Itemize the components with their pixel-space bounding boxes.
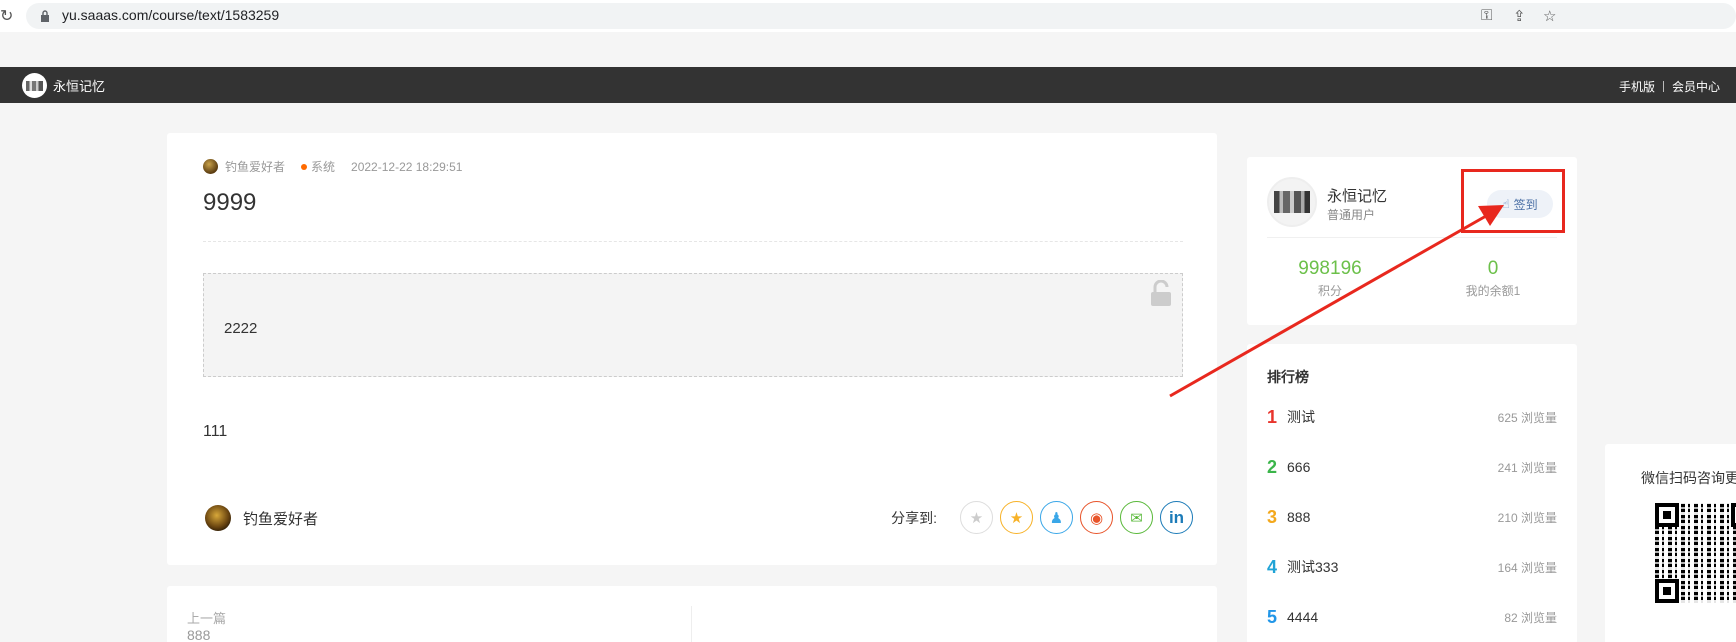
- category-dot-icon: [301, 163, 308, 170]
- url-text: yu.saaas.com/course/text/1583259: [62, 7, 280, 23]
- brand[interactable]: 永恒记忆: [22, 73, 105, 98]
- points-label: 积分: [1317, 284, 1342, 298]
- points-stat: 998196 积分: [1270, 258, 1390, 299]
- ranking-name: 测试333: [1287, 559, 1339, 575]
- share-weibo-icon[interactable]: ◉: [1080, 501, 1113, 534]
- ranking-views: 82 浏览量: [1504, 610, 1557, 625]
- star-icon[interactable]: ☆: [1543, 7, 1556, 25]
- points-value: 998196: [1298, 258, 1362, 279]
- qr-panel: 微信扫码咨询更: [1605, 444, 1736, 642]
- ranking-views: 164 浏览量: [1497, 560, 1557, 575]
- ranking-number: 5: [1267, 606, 1278, 627]
- ranking-name: 666: [1287, 459, 1311, 475]
- user-divider: [1267, 237, 1557, 238]
- qr-code: [1655, 503, 1736, 603]
- share-icon[interactable]: ⇪: [1513, 7, 1526, 25]
- user-role: 普通用户: [1327, 208, 1376, 222]
- reload-icon[interactable]: ↻: [0, 6, 13, 26]
- ranking-card: 排行榜 1 测试 625 浏览量 2 666 241 浏览量 3 888 210…: [1247, 344, 1577, 642]
- author-avatar-small: [203, 159, 218, 174]
- share-favorite-icon[interactable]: ★: [960, 501, 993, 534]
- meta-author[interactable]: 钓鱼爱好者: [225, 158, 285, 175]
- share-linkedin-icon[interactable]: in: [1160, 501, 1193, 534]
- share-qq-icon[interactable]: ♟: [1040, 501, 1073, 534]
- ranking-item[interactable]: 4 测试333 164 浏览量: [1267, 556, 1557, 578]
- prev-label: 上一篇: [187, 611, 227, 626]
- address-bar[interactable]: yu.saaas.com/course/text/1583259 ⚿ ⇪ ☆: [26, 3, 1736, 29]
- article-card: 钓鱼爱好者 系统 2022-12-22 18:29:51 9999 2222 1…: [167, 133, 1217, 565]
- title-divider: [203, 241, 1183, 242]
- nav-link-mobile[interactable]: 手机版: [1619, 78, 1655, 95]
- qr-title: 微信扫码咨询更: [1641, 470, 1736, 486]
- share-qzone-icon[interactable]: ★: [1000, 501, 1033, 534]
- prev-next-divider: [691, 606, 692, 642]
- key-icon[interactable]: ⚿: [1481, 7, 1492, 24]
- ranking-number: 4: [1267, 556, 1278, 577]
- nav-links: 手机版 会员中心: [1619, 78, 1720, 95]
- meta-category[interactable]: 系统: [311, 158, 335, 175]
- share-bar: 分享到: ★ ★ ♟ ◉ ✉ in: [891, 501, 1193, 534]
- ranking-item[interactable]: 5 4444 82 浏览量: [1267, 606, 1557, 628]
- user-name[interactable]: 永恒记忆: [1327, 185, 1387, 206]
- user-avatar[interactable]: [1267, 177, 1317, 227]
- ranking-number: 2: [1267, 456, 1278, 477]
- annotation-highlight-box: [1461, 169, 1565, 233]
- balance-label: 我的余额1: [1465, 284, 1521, 298]
- ranking-name: 4444: [1287, 609, 1319, 625]
- ranking-views: 210 浏览量: [1497, 510, 1557, 525]
- site-navbar: 永恒记忆 手机版 会员中心: [0, 67, 1736, 103]
- hidden-content-box: 2222: [203, 273, 1183, 377]
- brand-logo: [22, 73, 47, 98]
- author-name: 钓鱼爱好者: [243, 510, 319, 528]
- lock-icon: [41, 10, 49, 22]
- nav-link-member-center[interactable]: 会员中心: [1672, 78, 1720, 95]
- article-body: 111: [203, 423, 228, 440]
- author-avatar: [205, 505, 231, 531]
- balance-value: 0: [1487, 258, 1499, 279]
- ranking-title: 排行榜: [1267, 369, 1309, 385]
- brand-name: 永恒记忆: [53, 79, 106, 94]
- share-wechat-icon[interactable]: ✉: [1120, 501, 1153, 534]
- article-meta: 钓鱼爱好者 系统 2022-12-22 18:29:51: [203, 158, 462, 175]
- nav-separator: [1662, 81, 1664, 92]
- article-author[interactable]: 钓鱼爱好者: [205, 505, 318, 531]
- share-label: 分享到:: [891, 509, 937, 526]
- ranking-views: 625 浏览量: [1497, 410, 1557, 425]
- prev-next-card: 上一篇 888: [167, 586, 1217, 642]
- hidden-content-text: 2222: [224, 320, 258, 337]
- ranking-name: 测试: [1287, 409, 1315, 425]
- prev-article-link[interactable]: 888: [187, 627, 210, 642]
- article-title: 9999: [203, 189, 257, 216]
- ranking-item[interactable]: 3 888 210 浏览量: [1267, 506, 1557, 528]
- ranking-item[interactable]: 1 测试 625 浏览量: [1267, 406, 1557, 428]
- balance-stat: 0 我的余额1: [1433, 258, 1553, 299]
- unlock-icon: [1151, 280, 1171, 306]
- ranking-name: 888: [1287, 509, 1311, 525]
- ranking-item[interactable]: 2 666 241 浏览量: [1267, 456, 1557, 478]
- ranking-views: 241 浏览量: [1497, 460, 1557, 475]
- ranking-number: 1: [1267, 406, 1278, 427]
- ranking-number: 3: [1267, 506, 1278, 527]
- browser-toolbar: ↻ yu.saaas.com/course/text/1583259 ⚿ ⇪ ☆: [0, 0, 1736, 32]
- meta-time: 2022-12-22 18:29:51: [351, 159, 463, 174]
